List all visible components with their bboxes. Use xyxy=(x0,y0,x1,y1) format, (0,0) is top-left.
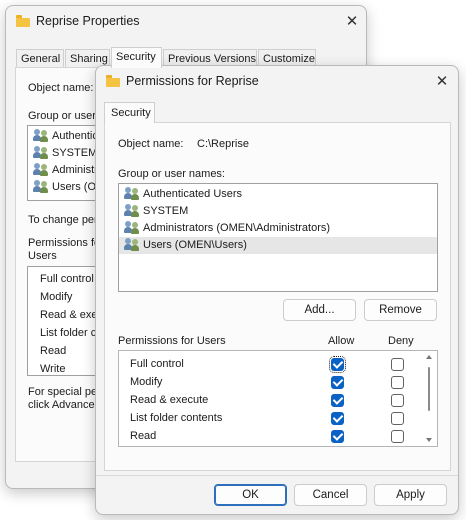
folder-icon xyxy=(106,75,120,87)
tab-security[interactable]: Security xyxy=(104,102,155,123)
list-item-authenticated-users[interactable]: Authenticated Users xyxy=(124,186,435,203)
group-label: Group or user names: xyxy=(118,168,225,180)
list-item[interactable]: Authenticat xyxy=(33,128,106,145)
properties-title: Reprise Properties xyxy=(36,14,140,28)
dialog-title: Permissions for Reprise xyxy=(126,74,259,88)
users-icon xyxy=(124,220,140,235)
users-icon xyxy=(33,162,49,177)
list-item[interactable]: SYSTEM xyxy=(33,145,104,162)
tab-general[interactable]: General xyxy=(16,49,64,68)
deny-header: Deny xyxy=(388,335,414,347)
permissions-dialog: Permissions for Reprise ✕ Security Objec… xyxy=(95,65,459,515)
deny-read-checkbox[interactable] xyxy=(391,430,404,443)
cancel-button[interactable]: Cancel xyxy=(294,484,367,506)
scroll-up-icon[interactable] xyxy=(426,355,432,359)
permissions-label: Permissions for xyxy=(28,237,104,249)
allow-read-checkbox[interactable] xyxy=(331,430,344,443)
object-name-label: Object name: xyxy=(28,82,94,94)
click-advanced-text: click Advance xyxy=(28,399,95,411)
scroll-thumb[interactable] xyxy=(428,367,430,411)
allow-modify-checkbox[interactable] xyxy=(331,376,344,389)
list-item-users[interactable]: Users (OMEN\Users) xyxy=(119,237,437,254)
users-icon xyxy=(124,203,140,218)
object-name-label: Object name: xyxy=(118,138,184,150)
properties-titlebar: Reprise Properties ✕ xyxy=(6,6,366,36)
tab-security[interactable]: Security xyxy=(111,47,162,68)
permission-row-modify: Modify xyxy=(130,376,163,388)
user-list[interactable]: Authenticated Users SYSTEM Administrator… xyxy=(118,183,438,292)
allow-list-folder-contents-checkbox[interactable] xyxy=(331,412,344,425)
change-permissions-text: To change per xyxy=(28,214,98,226)
permission-row-read: Read xyxy=(130,430,157,442)
allow-header: Allow xyxy=(328,335,355,347)
users-icon xyxy=(33,145,49,160)
permission-row-list-folder-contents: List folder contents xyxy=(130,412,223,424)
add-button[interactable]: Add... xyxy=(283,299,356,321)
list-item[interactable]: Users (OME xyxy=(33,179,106,196)
deny-read-execute-checkbox[interactable] xyxy=(391,394,404,407)
list-item-system[interactable]: SYSTEM xyxy=(124,203,435,220)
permissions-list: Full control Modify Read & execute List … xyxy=(118,350,438,447)
object-name-value: C:\Reprise xyxy=(197,138,249,150)
users-icon xyxy=(33,128,49,143)
deny-full-control-checkbox[interactable] xyxy=(391,358,404,371)
group-label: Group or user n xyxy=(28,110,106,122)
users-icon xyxy=(124,186,140,201)
allow-full-control-checkbox[interactable] xyxy=(329,356,346,373)
ok-button[interactable]: OK xyxy=(214,484,287,506)
folder-icon xyxy=(16,15,30,27)
special-permissions-text: For special per xyxy=(28,386,101,398)
deny-modify-checkbox[interactable] xyxy=(391,376,404,389)
dialog-titlebar: Permissions for Reprise ✕ xyxy=(96,66,458,96)
close-icon[interactable]: ✕ xyxy=(341,11,363,33)
apply-button[interactable]: Apply xyxy=(374,484,447,506)
scroll-down-icon[interactable] xyxy=(426,438,432,442)
permission-row-read-execute: Read & execute xyxy=(130,394,209,406)
close-icon[interactable]: ✕ xyxy=(431,71,453,93)
list-item-administrators[interactable]: Administrators (OMEN\Administrators) xyxy=(124,220,435,237)
list-item[interactable]: Administra xyxy=(33,162,104,179)
users-icon xyxy=(33,179,49,194)
permissions-label-users: Users xyxy=(28,250,57,262)
users-icon xyxy=(124,237,140,252)
permission-row-full-control: Full control xyxy=(130,358,184,370)
dialog-security-panel: Object name: C:\Reprise Group or user na… xyxy=(104,122,451,471)
footer-divider xyxy=(96,475,458,476)
allow-read-execute-checkbox[interactable] xyxy=(331,394,344,407)
deny-list-folder-contents-checkbox[interactable] xyxy=(391,412,404,425)
permissions-scrollbar[interactable] xyxy=(425,351,433,446)
remove-button[interactable]: Remove xyxy=(364,299,437,321)
permissions-header: Permissions for Users xyxy=(118,335,226,347)
